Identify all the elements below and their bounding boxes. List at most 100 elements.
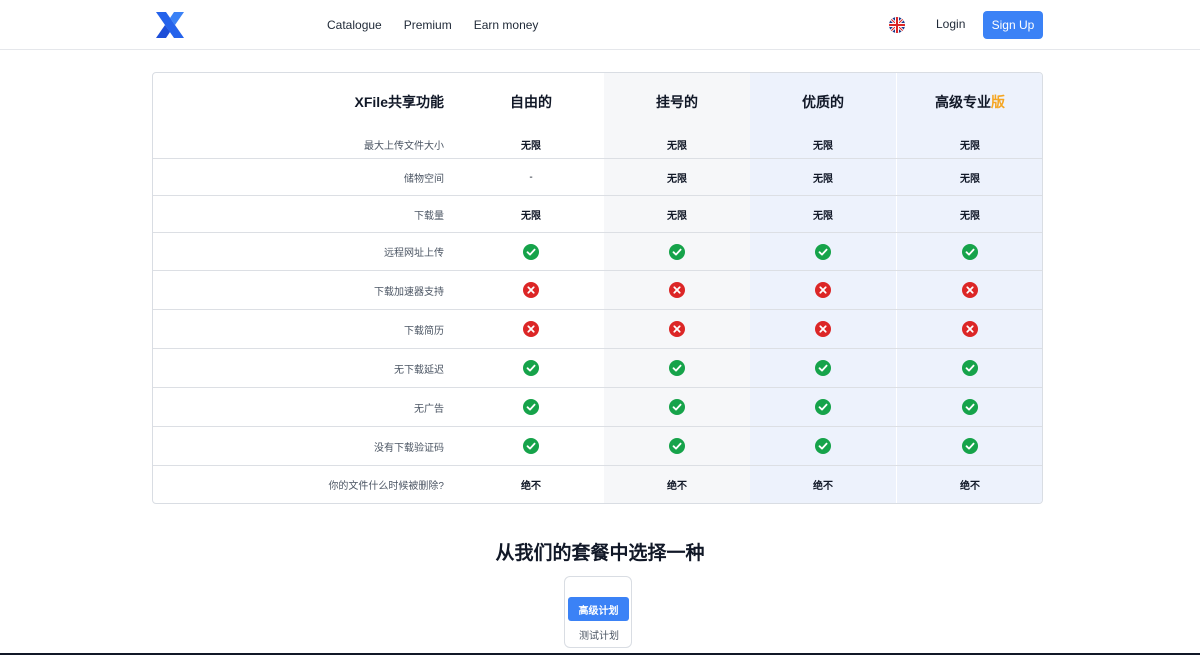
table-row: 储物空间 - 无限 无限 无限 bbox=[153, 159, 1042, 196]
signup-button[interactable]: Sign Up bbox=[983, 11, 1043, 39]
choose-plan-title: 从我们的套餐中选择一种 bbox=[495, 543, 705, 564]
value-cell: 无限 bbox=[521, 210, 541, 222]
row-label: 远程网址上传 bbox=[384, 248, 444, 259]
feature-cell bbox=[458, 282, 604, 298]
column-header-premium: 优质的 bbox=[802, 93, 844, 110]
check-circle-icon bbox=[669, 243, 685, 260]
x-circle-icon bbox=[523, 282, 539, 298]
row-label: 无下载延迟 bbox=[394, 364, 444, 376]
table-title: XFile共享功能 bbox=[354, 93, 444, 110]
check-circle-icon bbox=[523, 399, 539, 415]
x-circle-icon bbox=[669, 282, 685, 298]
nav-earn-money[interactable]: Earn money bbox=[474, 18, 539, 32]
feature-cell bbox=[604, 360, 750, 376]
check-circle-icon bbox=[523, 243, 539, 260]
nav-premium[interactable]: Premium bbox=[404, 18, 452, 32]
check-circle-icon bbox=[669, 438, 685, 454]
premium-plan-button[interactable]: 高级计划 bbox=[568, 597, 629, 621]
feature-cell bbox=[604, 399, 750, 415]
feature-cell bbox=[750, 321, 896, 337]
feature-cell bbox=[458, 399, 604, 415]
feature-cell bbox=[458, 438, 604, 454]
value-cell: 无限 bbox=[521, 140, 541, 152]
feature-cell bbox=[896, 360, 1042, 376]
value-cell: 绝不 bbox=[813, 481, 833, 492]
x-circle-icon bbox=[962, 321, 978, 337]
feature-cell bbox=[604, 438, 750, 454]
row-label: 最大上传文件大小 bbox=[364, 140, 444, 152]
value-cell: 无限 bbox=[960, 140, 980, 152]
check-circle-icon bbox=[815, 399, 831, 415]
column-header-pro-suffix: 版 bbox=[991, 93, 1005, 110]
check-circle-icon bbox=[669, 399, 685, 415]
plan-switcher: 高级计划 测试计划 bbox=[564, 576, 632, 648]
table-row: 无下载延迟 bbox=[153, 349, 1042, 388]
check-circle-icon bbox=[669, 360, 685, 376]
column-header-registered: 挂号的 bbox=[656, 93, 698, 110]
table-row: 下载量 无限 无限 无限 无限 bbox=[153, 196, 1042, 233]
login-link[interactable]: Login bbox=[936, 17, 965, 31]
table-row: 下载加速器支持 bbox=[153, 271, 1042, 310]
feature-cell bbox=[750, 243, 896, 260]
feature-cell bbox=[750, 360, 896, 376]
main-nav: Catalogue Premium Earn money bbox=[327, 0, 538, 50]
check-circle-icon bbox=[523, 360, 539, 376]
check-circle-icon bbox=[523, 438, 539, 454]
row-label: 下载加速器支持 bbox=[374, 286, 444, 298]
check-circle-icon bbox=[962, 360, 978, 376]
value-cell: 无限 bbox=[813, 173, 833, 185]
feature-cell bbox=[604, 243, 750, 260]
value-cell: 绝不 bbox=[521, 481, 541, 492]
x-circle-icon bbox=[962, 282, 978, 298]
value-cell: 无限 bbox=[813, 140, 833, 152]
check-circle-icon bbox=[815, 360, 831, 376]
value-cell: 无限 bbox=[667, 210, 687, 222]
column-header-free: 自由的 bbox=[510, 93, 552, 110]
uk-flag-icon[interactable] bbox=[889, 17, 905, 33]
feature-cell bbox=[458, 243, 604, 260]
feature-cell bbox=[604, 321, 750, 337]
value-cell: 无限 bbox=[960, 210, 980, 222]
table-row: 远程网址上传 bbox=[153, 233, 1042, 271]
top-header: Catalogue Premium Earn money Login Sign … bbox=[0, 0, 1200, 50]
feature-cell bbox=[896, 438, 1042, 454]
check-circle-icon bbox=[815, 243, 831, 260]
feature-cell bbox=[458, 321, 604, 337]
row-label: 没有下载验证码 bbox=[374, 442, 444, 454]
table-row: 无广告 bbox=[153, 388, 1042, 427]
xfile-logo[interactable] bbox=[152, 10, 188, 40]
value-cell: 无限 bbox=[960, 173, 980, 185]
row-label: 无广告 bbox=[414, 403, 444, 415]
value-cell: 无限 bbox=[813, 210, 833, 222]
column-header-pro: 高级专业版 bbox=[896, 92, 1042, 112]
value-cell: 无限 bbox=[667, 140, 687, 152]
check-circle-icon bbox=[962, 243, 978, 260]
check-circle-icon bbox=[962, 438, 978, 454]
row-label: 你的文件什么时候被删除? bbox=[328, 481, 444, 492]
test-plan-option[interactable]: 测试计划 bbox=[565, 627, 633, 642]
x-circle-icon bbox=[815, 282, 831, 298]
feature-cell bbox=[896, 399, 1042, 415]
x-circle-icon bbox=[523, 321, 539, 337]
check-circle-icon bbox=[962, 399, 978, 415]
nav-catalogue[interactable]: Catalogue bbox=[327, 18, 382, 32]
x-circle-icon bbox=[669, 321, 685, 337]
value-cell: - bbox=[529, 171, 533, 183]
column-header-pro-text: 高级专业 bbox=[935, 93, 991, 110]
feature-cell bbox=[896, 282, 1042, 298]
value-cell: 绝不 bbox=[667, 481, 687, 492]
row-label: 下载简历 bbox=[404, 325, 444, 337]
table-row: 最大上传文件大小 无限 无限 无限 无限 bbox=[153, 130, 1042, 159]
table-header-row: XFile共享功能 自由的 挂号的 优质的 高级专业版 bbox=[153, 73, 1042, 130]
feature-cell bbox=[750, 399, 896, 415]
feature-cell bbox=[458, 360, 604, 376]
table-row: 没有下载验证码 bbox=[153, 427, 1042, 466]
table-row: 你的文件什么时候被删除? 绝不 绝不 绝不 绝不 bbox=[153, 466, 1042, 503]
feature-cell bbox=[896, 243, 1042, 260]
feature-cell bbox=[604, 282, 750, 298]
row-label: 储物空间 bbox=[404, 173, 444, 185]
feature-cell bbox=[896, 321, 1042, 337]
row-label: 下载量 bbox=[414, 210, 444, 222]
feature-cell bbox=[750, 282, 896, 298]
feature-cell bbox=[750, 438, 896, 454]
